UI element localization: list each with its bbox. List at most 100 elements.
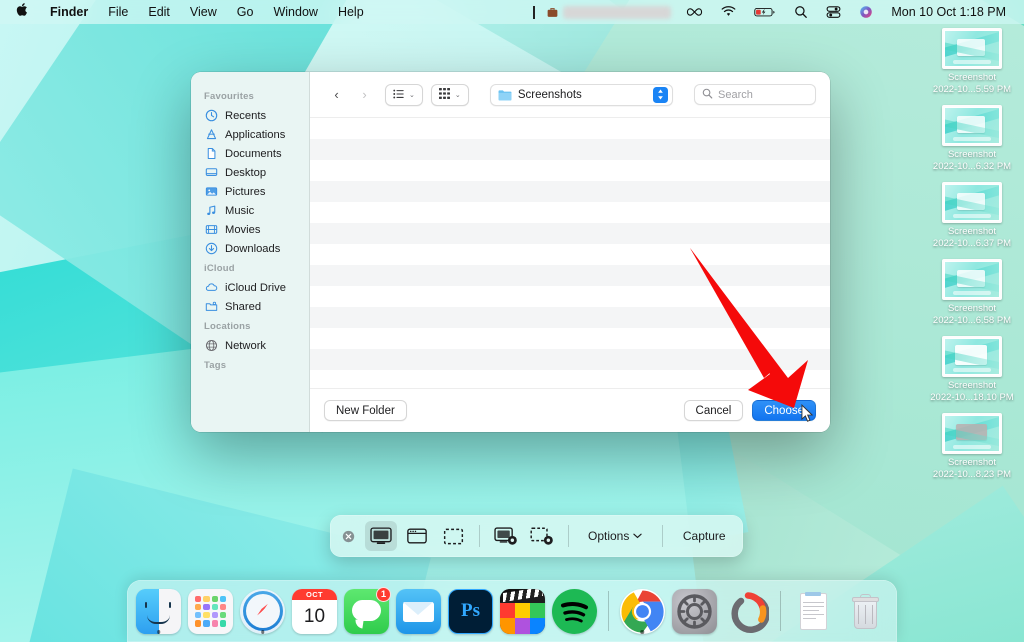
record-portion-icon (530, 527, 554, 546)
back-button[interactable]: ‹ (324, 84, 349, 105)
file-row[interactable] (310, 139, 830, 160)
path-stepper-icon[interactable] (653, 87, 668, 103)
current-folder-popup[interactable]: Screenshots (490, 84, 673, 106)
menu-item-finder[interactable]: Finder (40, 0, 98, 24)
dock-item-finder[interactable] (135, 588, 182, 635)
capture-selected-window-button[interactable] (401, 521, 433, 551)
capture-entire-screen-button[interactable] (365, 521, 397, 551)
sidebar-item-documents[interactable]: Documents (191, 144, 309, 163)
list-view-button[interactable]: ⌄ (385, 84, 423, 106)
control-center-icon[interactable] (817, 5, 850, 19)
wifi-icon[interactable] (712, 6, 745, 18)
menu-item-help[interactable]: Help (328, 0, 374, 24)
menu-item-window[interactable]: Window (263, 0, 327, 24)
sidebar-item-shared[interactable]: Shared (191, 297, 309, 316)
sidebar-item-label: Desktop (225, 167, 266, 179)
group-view-button[interactable]: ⌄ (431, 84, 469, 106)
dock-item-safari[interactable] (239, 588, 286, 635)
forward-button[interactable]: › (352, 84, 377, 105)
sidebar-item-music[interactable]: Music (191, 201, 309, 220)
menu-bar-clock[interactable]: Mon 10 Oct 1:18 PM (882, 5, 1012, 19)
desktop-icon-label: Screenshot 2022-10...6.32 PM (926, 149, 1018, 172)
dock-item-spotify[interactable] (551, 588, 598, 635)
sidebar-item-pictures[interactable]: Pictures (191, 182, 309, 201)
sidebar-item-icloud-drive[interactable]: iCloud Drive (191, 278, 309, 297)
file-row[interactable] (310, 349, 830, 370)
sidebar-item-label: Recents (225, 110, 266, 122)
dock-item-chrome[interactable] (619, 588, 666, 635)
desktop-icon[interactable]: Screenshot 2022-10...6.37 PM (926, 182, 1018, 249)
file-row[interactable] (310, 160, 830, 181)
desktop-icon[interactable]: Screenshot 2022-10...8.23 PM (926, 413, 1018, 480)
spotlight-search-icon[interactable] (785, 5, 817, 19)
dock-item-trash[interactable] (842, 588, 889, 635)
record-entire-screen-button[interactable] (490, 521, 522, 551)
dock-item-messages[interactable]: 1 (343, 588, 390, 635)
dock-item-launchpad[interactable] (187, 588, 234, 635)
sidebar-item-network[interactable]: Network (191, 336, 309, 355)
icon-label-line2: 2022-10...5.59 PM (926, 84, 1018, 96)
list-view-icon (393, 86, 404, 104)
battery-charging-icon[interactable] (745, 6, 785, 18)
infinity-icon[interactable] (677, 6, 712, 18)
chevron-down-icon (633, 531, 642, 541)
new-folder-button[interactable]: New Folder (324, 400, 407, 421)
siri-icon[interactable] (850, 5, 882, 19)
dock-item-photoshop[interactable]: Ps (447, 588, 494, 635)
file-list[interactable] (310, 117, 830, 388)
dock-item-system-settings[interactable] (671, 588, 718, 635)
desktop-icon[interactable]: Screenshot 2022-10...5.59 PM (926, 28, 1018, 95)
blurred-status-item[interactable] (540, 6, 677, 19)
cancel-button[interactable]: Cancel (684, 400, 744, 421)
record-selected-portion-button[interactable] (526, 521, 558, 551)
file-row[interactable] (310, 328, 830, 349)
file-row[interactable] (310, 223, 830, 244)
file-row[interactable] (310, 202, 830, 223)
dock-item-documents-stack[interactable] (790, 588, 837, 635)
sidebar-item-downloads[interactable]: Downloads (191, 239, 309, 258)
file-row[interactable] (310, 307, 830, 328)
icon-label-line1: Screenshot (926, 149, 1018, 161)
file-row[interactable] (310, 370, 830, 388)
menu-item-go[interactable]: Go (227, 0, 264, 24)
search-icon (702, 88, 713, 102)
dock-item-cleanmymac[interactable] (723, 588, 770, 635)
search-input[interactable]: Search (718, 89, 753, 101)
sidebar-item-recents[interactable]: Recents (191, 106, 309, 125)
sidebar-item-desktop[interactable]: Desktop (191, 163, 309, 182)
calendar-month: OCT (292, 589, 337, 600)
file-row[interactable] (310, 244, 830, 265)
screenshot-thumbnail (942, 336, 1002, 377)
dialog-toolbar: ‹ › ⌄ ⌄ Screenshots (310, 72, 830, 117)
selected-window-icon (406, 527, 428, 545)
menu-item-view[interactable]: View (180, 0, 227, 24)
sidebar-item-movies[interactable]: Movies (191, 220, 309, 239)
desktop-icon[interactable]: Screenshot 2022-10...6.58 PM (926, 259, 1018, 326)
file-row[interactable] (310, 181, 830, 202)
icon-label-line2: 2022-10...8.23 PM (926, 469, 1018, 481)
menu-item-edit[interactable]: Edit (138, 0, 180, 24)
dock-item-calendar[interactable]: OCT 10 (291, 588, 338, 635)
close-icon[interactable] (338, 526, 358, 546)
desktop-icon[interactable]: Screenshot 2022-10...6.32 PM (926, 105, 1018, 172)
grid-view-icon (439, 86, 450, 104)
apple-logo-icon[interactable] (8, 0, 40, 24)
dock-item-mail[interactable] (395, 588, 442, 635)
file-row[interactable] (310, 265, 830, 286)
file-row[interactable] (310, 286, 830, 307)
dock-item-final-cut-pro[interactable] (499, 588, 546, 635)
capture-selected-portion-button[interactable] (437, 521, 469, 551)
selected-portion-icon (443, 528, 464, 545)
document-icon (204, 147, 218, 161)
menu-item-file[interactable]: File (98, 0, 138, 24)
icon-label-line2: 2022-10...6.37 PM (926, 238, 1018, 250)
desktop-icon[interactable]: Screenshot 2022-10...18.10 PM (926, 336, 1018, 403)
finder-icon (136, 589, 181, 634)
search-field[interactable]: Search (694, 84, 816, 105)
screenshot-thumbnail (942, 28, 1002, 69)
file-row[interactable] (310, 118, 830, 139)
calendar-day: 10 (292, 600, 337, 634)
sidebar-item-applications[interactable]: Applications (191, 125, 309, 144)
options-button[interactable]: Options (577, 521, 653, 551)
capture-button[interactable]: Capture (672, 521, 737, 551)
